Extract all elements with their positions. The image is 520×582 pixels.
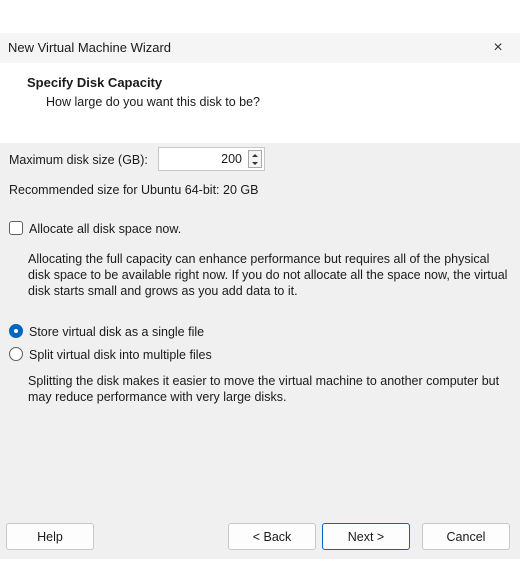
close-icon: × xyxy=(493,39,503,56)
multiple-files-label[interactable]: Split virtual disk into multiple files xyxy=(29,348,212,362)
help-button[interactable]: Help xyxy=(6,523,94,550)
page-subtitle: How large do you want this disk to be? xyxy=(46,95,261,109)
single-file-radio[interactable] xyxy=(9,324,23,338)
allocate-description: Allocating the full capacity can enhance… xyxy=(28,252,508,298)
arrow-up-icon xyxy=(252,153,258,157)
next-button[interactable]: Next > xyxy=(322,523,410,550)
disk-size-label: Maximum disk size (GB): xyxy=(9,153,148,167)
window-title: New Virtual Machine Wizard xyxy=(8,40,172,55)
title-bar: New Virtual Machine Wizard × xyxy=(0,33,520,63)
allocate-now-checkbox[interactable] xyxy=(9,221,23,235)
decrement-button[interactable] xyxy=(249,159,261,167)
recommended-size-text: Recommended size for Ubuntu 64-bit: 20 G… xyxy=(9,183,259,197)
cancel-button[interactable]: Cancel xyxy=(422,523,510,550)
increment-button[interactable] xyxy=(249,151,261,159)
page-title: Specify Disk Capacity xyxy=(27,75,163,90)
single-file-label[interactable]: Store virtual disk as a single file xyxy=(29,325,204,339)
disk-size-stepper[interactable]: 200 xyxy=(158,147,265,171)
wizard-header: Specify Disk Capacity How large do you w… xyxy=(0,63,520,143)
wizard-footer: Help < Back Next > Cancel xyxy=(0,523,520,559)
stepper-buttons xyxy=(248,150,262,168)
disk-size-row: Maximum disk size (GB): 200 xyxy=(9,147,409,173)
close-button[interactable]: × xyxy=(476,33,520,63)
multiple-files-radio[interactable] xyxy=(9,347,23,361)
allocate-now-label[interactable]: Allocate all disk space now. xyxy=(29,222,181,236)
disk-size-input[interactable]: 200 xyxy=(221,152,242,166)
split-description: Splitting the disk makes it easier to mo… xyxy=(28,374,500,404)
back-button[interactable]: < Back xyxy=(228,523,316,550)
wizard-window: New Virtual Machine Wizard × Specify Dis… xyxy=(0,33,520,559)
arrow-down-icon xyxy=(252,161,258,165)
